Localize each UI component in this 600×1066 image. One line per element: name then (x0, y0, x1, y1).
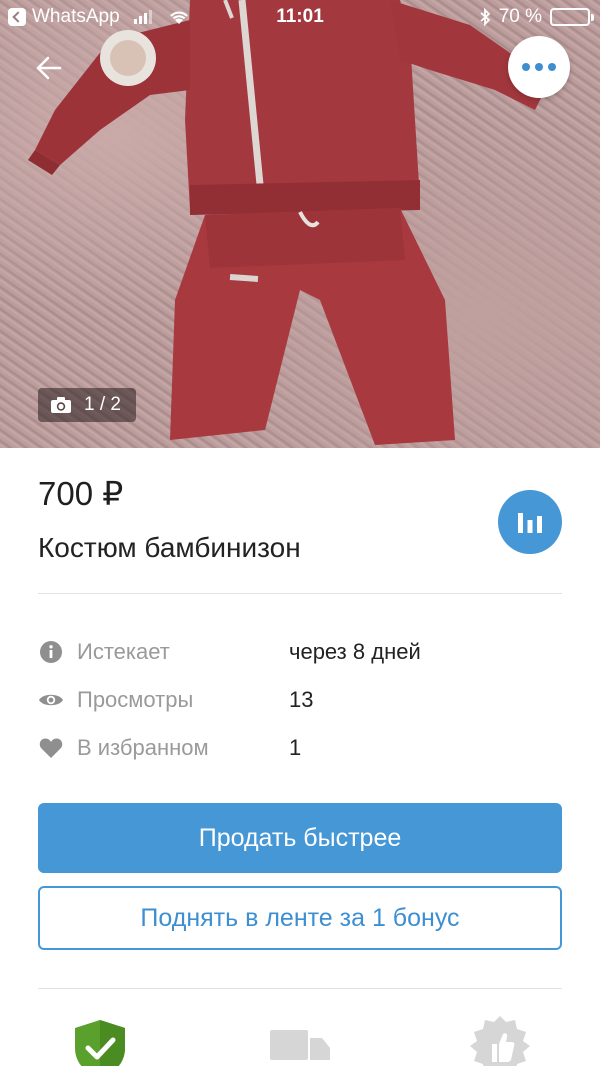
divider (38, 988, 562, 989)
divider (38, 593, 562, 594)
info-value: 1 (289, 735, 302, 760)
status-bar: WhatsApp 11:01 70 % (0, 0, 600, 34)
thumbs-up-badge-icon (470, 1016, 530, 1066)
back-arrow-icon[interactable] (32, 50, 68, 86)
battery-percent: 70 % (498, 6, 542, 27)
info-label: Истекает (77, 639, 170, 664)
info-label: Просмотры (77, 687, 194, 712)
bottom-feature-icons (0, 1012, 600, 1066)
info-row-expires: Истекает через 8 дней (38, 637, 562, 667)
more-options-button[interactable] (508, 36, 570, 98)
info-row-favorites: В избранном 1 (38, 733, 562, 763)
truck-icon (270, 1030, 330, 1060)
info-icon (38, 639, 64, 665)
heart-icon (38, 735, 64, 761)
info-value: через 8 дней (289, 639, 421, 664)
bluetooth-icon (480, 8, 491, 26)
info-value: 13 (289, 687, 314, 712)
sell-faster-button[interactable]: Продать быстрее (38, 803, 562, 873)
info-row-views: Просмотры 13 (38, 685, 562, 715)
dot-icon (522, 63, 530, 71)
camera-icon (51, 397, 71, 413)
eye-icon (38, 687, 64, 713)
info-label: В избранном (77, 735, 209, 760)
photo-counter-text: 1 / 2 (84, 394, 121, 415)
listing-title: Костюм бамбинизон (38, 532, 301, 563)
dot-icon (535, 63, 543, 71)
photo-counter: 1 / 2 (38, 388, 136, 422)
shield-check-icon (75, 1020, 125, 1066)
boost-listing-button[interactable]: Поднять в ленте за 1 бонус (38, 886, 562, 950)
bar-chart-icon (518, 513, 542, 533)
statistics-button[interactable] (498, 490, 562, 554)
product-photo[interactable]: WhatsApp 11:01 70 % 1 / 2 (0, 0, 600, 448)
listing-price: 700 ₽ (38, 475, 124, 512)
battery-icon (550, 8, 594, 26)
dot-icon (548, 63, 556, 71)
